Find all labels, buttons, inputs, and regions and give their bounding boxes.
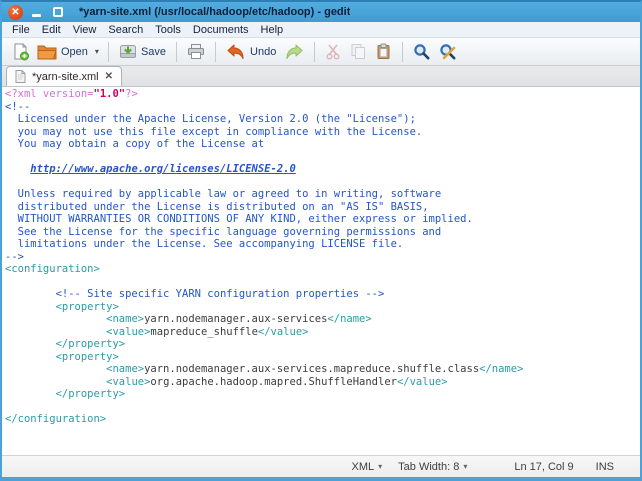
maximize-icon xyxy=(52,7,63,17)
menu-help[interactable]: Help xyxy=(255,22,290,38)
insert-mode-indicator: INS xyxy=(595,460,614,473)
copy-button[interactable] xyxy=(346,41,371,62)
redo-icon xyxy=(284,44,304,60)
cut-button[interactable] xyxy=(321,41,346,62)
search-button[interactable] xyxy=(409,41,435,63)
new-document-button[interactable] xyxy=(8,41,33,63)
save-label: Save xyxy=(140,45,167,58)
toolbar-separator xyxy=(107,41,109,62)
undo-label: Undo xyxy=(250,45,277,58)
undo-button[interactable]: Undo xyxy=(222,42,280,62)
redo-button[interactable] xyxy=(280,42,308,62)
new-document-icon xyxy=(12,43,29,61)
tabbar: *yarn-site.xml ✕ xyxy=(2,66,640,87)
menu-view[interactable]: View xyxy=(67,22,103,38)
toolbar-separator xyxy=(215,41,217,62)
document-icon xyxy=(15,70,26,83)
save-button[interactable]: Save xyxy=(115,41,170,62)
dropdown-arrow-icon: ▾ xyxy=(378,462,383,471)
titlebar[interactable]: ✕ *yarn-site.xml (/usr/local/hadoop/etc/… xyxy=(2,2,640,22)
gedit-window: ✕ *yarn-site.xml (/usr/local/hadoop/etc/… xyxy=(0,0,642,481)
minimize-icon xyxy=(32,13,41,17)
open-label: Open xyxy=(61,45,88,58)
copy-icon xyxy=(350,43,367,60)
undo-icon xyxy=(226,44,246,60)
paste-clipboard-icon xyxy=(375,43,392,60)
language-mode-label: XML xyxy=(351,460,375,473)
close-icon: ✕ xyxy=(8,4,23,20)
menu-search[interactable]: Search xyxy=(102,22,149,38)
print-button[interactable] xyxy=(183,41,209,62)
search-replace-button[interactable] xyxy=(435,41,462,63)
toolbar-separator xyxy=(314,41,316,62)
tab-label: *yarn-site.xml xyxy=(32,70,99,83)
print-icon xyxy=(187,43,205,60)
tab-yarn-site-xml[interactable]: *yarn-site.xml ✕ xyxy=(6,66,123,86)
open-folder-icon xyxy=(37,43,57,60)
minimize-window-button[interactable] xyxy=(29,5,44,20)
tab-close-icon[interactable]: ✕ xyxy=(105,71,113,82)
dropdown-arrow-icon: ▾ xyxy=(463,462,468,471)
search-icon xyxy=(413,43,431,61)
menubar: File Edit View Search Tools Documents He… xyxy=(2,22,640,38)
code-lines: <?xml version="1.0"?> <!-- Licensed under… xyxy=(5,88,524,425)
tab-width-label: Tab Width: 8 xyxy=(398,460,460,473)
open-dropdown-arrow-icon[interactable]: ▾ xyxy=(92,47,102,56)
open-button[interactable]: Open xyxy=(33,41,92,62)
language-mode-selector[interactable]: XML ▾ xyxy=(352,461,383,473)
maximize-window-button[interactable] xyxy=(50,5,65,20)
save-icon xyxy=(119,43,137,60)
paste-button[interactable] xyxy=(371,41,396,62)
menu-edit[interactable]: Edit xyxy=(36,22,67,38)
close-window-button[interactable]: ✕ xyxy=(8,4,23,20)
menu-file[interactable]: File xyxy=(6,22,36,38)
menu-tools[interactable]: Tools xyxy=(149,22,187,38)
cut-scissors-icon xyxy=(325,43,342,60)
tab-width-selector[interactable]: Tab Width: 8 ▾ xyxy=(398,461,467,473)
toolbar-separator xyxy=(176,41,178,62)
window-title: *yarn-site.xml (/usr/local/hadoop/etc/ha… xyxy=(79,6,351,18)
search-replace-icon xyxy=(439,43,458,61)
menu-documents[interactable]: Documents xyxy=(187,22,255,38)
cursor-position: Ln 17, Col 9 xyxy=(514,460,574,473)
toolbar: Open ▾ Save Undo xyxy=(2,38,640,66)
toolbar-separator xyxy=(402,41,404,62)
code-editor[interactable]: <?xml version="1.0"?> <!-- Licensed under… xyxy=(2,87,640,455)
statusbar: XML ▾ Tab Width: 8 ▾ Ln 17, Col 9 INS xyxy=(2,455,640,477)
